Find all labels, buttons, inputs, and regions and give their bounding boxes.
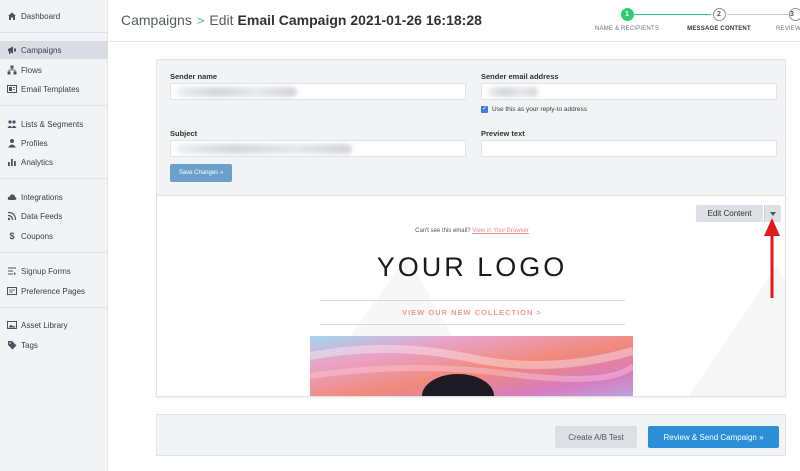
sidebar-divider xyxy=(0,105,108,106)
step-label: MESSAGE CONTENT xyxy=(687,26,751,32)
sidebar-item-lists-segments[interactable]: Lists & Segments xyxy=(0,115,108,133)
view-in-browser-link[interactable]: View in Your Browser xyxy=(472,228,529,234)
breadcrumb: Campaigns > Edit Email Campaign 2021-01-… xyxy=(121,12,482,28)
sidebar-item-label: Dashboard xyxy=(21,11,61,21)
flows-icon xyxy=(7,65,17,75)
cant-see-email-line: Can't see this email? View in Your Brows… xyxy=(157,228,785,234)
edit-content-dropdown-button[interactable] xyxy=(764,205,781,222)
sidebar-item-label: Signup Forms xyxy=(21,266,71,276)
page-header: Campaigns > Edit Email Campaign 2021-01-… xyxy=(108,0,800,42)
sidebar-item-tags[interactable]: Tags xyxy=(0,336,108,354)
sidebar: Dashboard Campaigns Flows Email Template… xyxy=(0,0,108,471)
page-title: Email Campaign 2021-01-26 16:18:28 xyxy=(237,12,482,28)
redacted-value xyxy=(177,87,297,97)
sidebar-item-analytics[interactable]: Analytics xyxy=(0,153,108,171)
progress-steps: 1 NAME & RECIPIENTS 2 MESSAGE CONTENT 3 … xyxy=(595,8,800,36)
breadcrumb-edit-label: Edit xyxy=(209,12,234,28)
sidebar-item-asset-library[interactable]: Asset Library xyxy=(0,316,108,334)
sidebar-item-label: Lists & Segments xyxy=(21,119,84,129)
preview-text-field[interactable] xyxy=(481,140,777,157)
create-ab-test-button[interactable]: Create A/B Test xyxy=(555,426,637,448)
sidebar-item-flows[interactable]: Flows xyxy=(0,61,108,79)
hero-image xyxy=(310,336,633,396)
sidebar-item-integrations[interactable]: Integrations xyxy=(0,188,108,206)
save-changes-button[interactable]: Save Changes » xyxy=(170,164,232,182)
sidebar-item-email-templates[interactable]: Email Templates xyxy=(0,80,108,98)
sidebar-item-profiles[interactable]: Profiles xyxy=(0,134,108,152)
step-number: 3 xyxy=(789,8,800,21)
sidebar-divider xyxy=(0,32,108,33)
app-root: Dashboard Campaigns Flows Email Template… xyxy=(0,0,800,471)
email-logo: YOUR LOGO xyxy=(376,252,568,282)
sidebar-item-label: Preference Pages xyxy=(21,286,86,296)
sidebar-item-label: Campaigns xyxy=(21,45,62,55)
sender-name-field[interactable] xyxy=(170,83,466,100)
preview-text-label: Preview text xyxy=(481,129,525,138)
sidebar-item-label: Tags xyxy=(21,340,38,350)
reply-to-label: Use this as your reply-to address xyxy=(492,106,588,113)
sidebar-item-campaigns[interactable]: Campaigns xyxy=(0,41,108,59)
view-collection-link[interactable]: VIEW OUR NEW COLLECTION > xyxy=(157,308,785,317)
subject-field[interactable] xyxy=(170,140,466,157)
subject-label: Subject xyxy=(170,129,198,138)
step-review[interactable]: 3 REVIEW & xyxy=(762,8,800,32)
sender-name-label: Sender name xyxy=(170,72,218,81)
redacted-value xyxy=(177,144,352,154)
reply-to-option[interactable]: ✓ Use this as your reply-to address xyxy=(481,106,587,113)
step-name-recipients[interactable]: 1 NAME & RECIPIENTS xyxy=(587,8,667,32)
sender-email-label: Sender email address xyxy=(481,72,559,81)
card-icon xyxy=(7,286,17,296)
sidebar-item-label: Integrations xyxy=(21,192,63,202)
step-label: REVIEW & xyxy=(776,26,800,32)
step-message-content[interactable]: 2 MESSAGE CONTENT xyxy=(679,8,759,32)
sidebar-item-preference-pages[interactable]: Preference Pages xyxy=(0,282,108,300)
divider xyxy=(320,300,625,301)
dollar-icon: $ xyxy=(9,231,15,241)
chart-icon xyxy=(7,157,17,167)
chevron-down-icon xyxy=(770,211,776,216)
sidebar-item-label: Data Feeds xyxy=(21,211,63,221)
sidebar-item-label: Profiles xyxy=(21,138,48,148)
campaign-settings-form: Sender name Sender email address ✓ Use t… xyxy=(156,59,786,197)
home-icon xyxy=(7,11,17,21)
sidebar-item-label: Analytics xyxy=(21,157,54,167)
campaign-actions-bar: Create A/B Test Review & Send Campaign » xyxy=(156,414,786,456)
email-preview: Edit Content Can't see this email? View … xyxy=(156,195,786,397)
breadcrumb-separator: > xyxy=(196,12,205,28)
template-icon xyxy=(7,84,17,94)
sidebar-item-data-feeds[interactable]: Data Feeds xyxy=(0,207,108,225)
cant-see-text: Can't see this email? xyxy=(415,228,471,234)
step-number: 2 xyxy=(712,8,726,21)
rss-icon xyxy=(7,211,17,221)
reply-to-checkbox[interactable]: ✓ xyxy=(481,106,488,113)
sidebar-item-label: Flows xyxy=(21,65,42,75)
edit-content-button[interactable]: Edit Content xyxy=(696,205,763,222)
main-content: Sender name Sender email address ✓ Use t… xyxy=(108,43,800,471)
sidebar-divider xyxy=(0,307,108,308)
breadcrumb-campaigns-link[interactable]: Campaigns xyxy=(121,12,192,28)
image-icon xyxy=(7,320,17,330)
users-icon xyxy=(7,119,17,129)
divider xyxy=(320,324,625,325)
step-number: 1 xyxy=(620,8,634,21)
form-icon xyxy=(7,266,17,276)
sidebar-item-label: Asset Library xyxy=(21,320,68,330)
sidebar-divider xyxy=(0,252,108,253)
megaphone-icon xyxy=(7,45,17,55)
sidebar-item-label: Coupons xyxy=(21,231,54,241)
step-label: NAME & RECIPIENTS xyxy=(594,26,660,32)
sidebar-divider xyxy=(0,178,108,179)
cloud-icon xyxy=(7,192,17,202)
review-send-campaign-button[interactable]: Review & Send Campaign » xyxy=(648,426,779,448)
sender-email-field[interactable] xyxy=(481,83,777,100)
tag-icon xyxy=(7,340,17,350)
redacted-value xyxy=(488,87,538,97)
sidebar-item-coupons[interactable]: $ Coupons xyxy=(0,227,108,245)
person-icon xyxy=(7,138,17,148)
sidebar-item-dashboard[interactable]: Dashboard xyxy=(0,7,108,25)
sidebar-item-label: Email Templates xyxy=(21,84,80,94)
sidebar-item-signup-forms[interactable]: Signup Forms xyxy=(0,262,108,280)
